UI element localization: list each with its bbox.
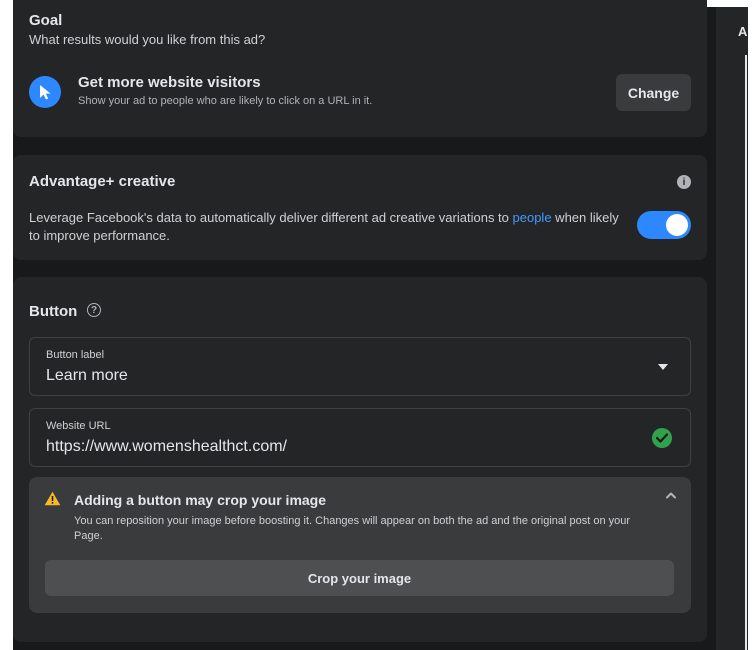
advantage-creative-card: Advantage+ creative i Leverage Facebook'… xyxy=(13,155,707,260)
button-label-value: Learn more xyxy=(46,367,128,384)
check-icon xyxy=(652,428,672,448)
goal-card: Goal What results would you like from th… xyxy=(13,0,707,137)
chevron-up-icon[interactable] xyxy=(665,491,677,499)
cursor-arrow-icon xyxy=(40,85,51,100)
change-goal-button[interactable]: Change xyxy=(616,74,691,111)
check-mark-icon xyxy=(656,433,668,443)
goal-subtitle: What results would you like from this ad… xyxy=(29,32,266,47)
right-panel-letter: A xyxy=(738,24,748,39)
goal-title: Goal xyxy=(29,12,63,29)
advantage-creative-title: Advantage+ creative xyxy=(29,173,176,190)
goal-option-title: Get more website visitors xyxy=(78,74,261,91)
warning-title: Adding a button may crop your image xyxy=(74,492,327,508)
advantage-desc-text: Leverage Facebook's data to automaticall… xyxy=(29,210,513,225)
website-url-field[interactable]: Website URL https://www.womenshealthct.c… xyxy=(29,408,691,467)
people-link[interactable]: people xyxy=(513,210,552,225)
button-label-select[interactable]: Button label Learn more xyxy=(29,337,691,396)
advantage-creative-description: Leverage Facebook's data to automaticall… xyxy=(29,209,619,245)
warning-description: You can reposition your image before boo… xyxy=(74,515,631,542)
button-section-title: Button xyxy=(29,303,78,320)
cursor-icon xyxy=(29,76,61,108)
advantage-creative-toggle[interactable] xyxy=(637,211,691,239)
right-panel: A xyxy=(716,7,748,650)
warning-icon xyxy=(44,491,61,506)
button-card: Button ? Button label Learn more Website… xyxy=(13,277,707,642)
button-label-field-label: Button label xyxy=(46,349,105,361)
help-icon[interactable]: ? xyxy=(87,303,101,317)
goal-option-description: Show your ad to people who are likely to… xyxy=(78,95,373,107)
info-icon[interactable]: i xyxy=(677,175,691,189)
website-url-field-label: Website URL xyxy=(46,420,111,432)
right-panel-divider xyxy=(745,55,747,650)
dropdown-caret-icon xyxy=(658,364,668,370)
crop-image-button[interactable]: Crop your image xyxy=(45,560,674,596)
toggle-knob xyxy=(666,214,688,236)
website-url-value[interactable]: https://www.womenshealthct.com/ xyxy=(46,438,287,456)
crop-warning-box: Adding a button may crop your image You … xyxy=(29,477,691,613)
